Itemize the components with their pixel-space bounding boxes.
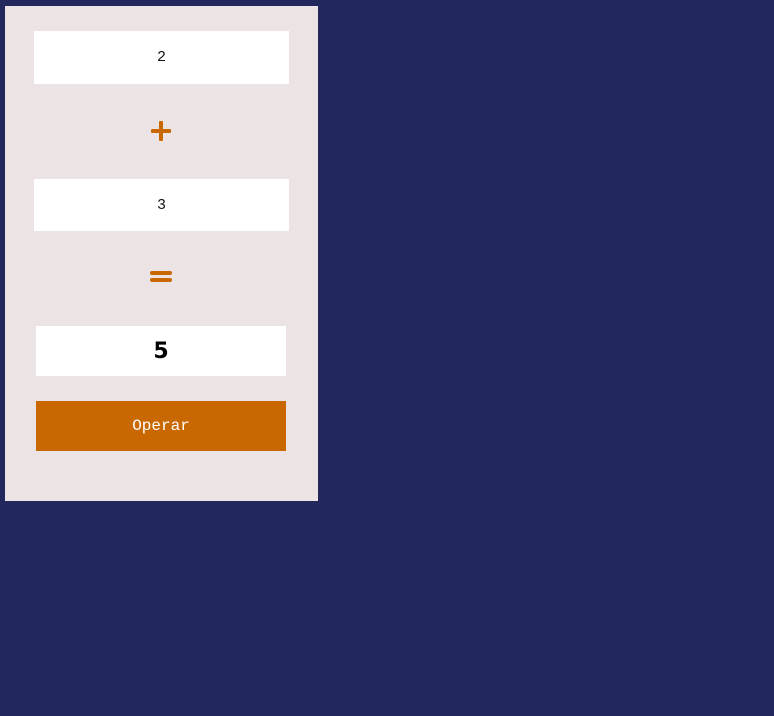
result-display: 5	[36, 326, 286, 376]
plus-icon[interactable]	[5, 116, 318, 146]
calculator-panel: 5 Operar	[5, 6, 318, 501]
equals-icon	[5, 262, 318, 292]
operate-button[interactable]: Operar	[36, 401, 286, 451]
operand-b-input[interactable]	[34, 179, 289, 231]
operand-a-input[interactable]	[34, 31, 289, 84]
